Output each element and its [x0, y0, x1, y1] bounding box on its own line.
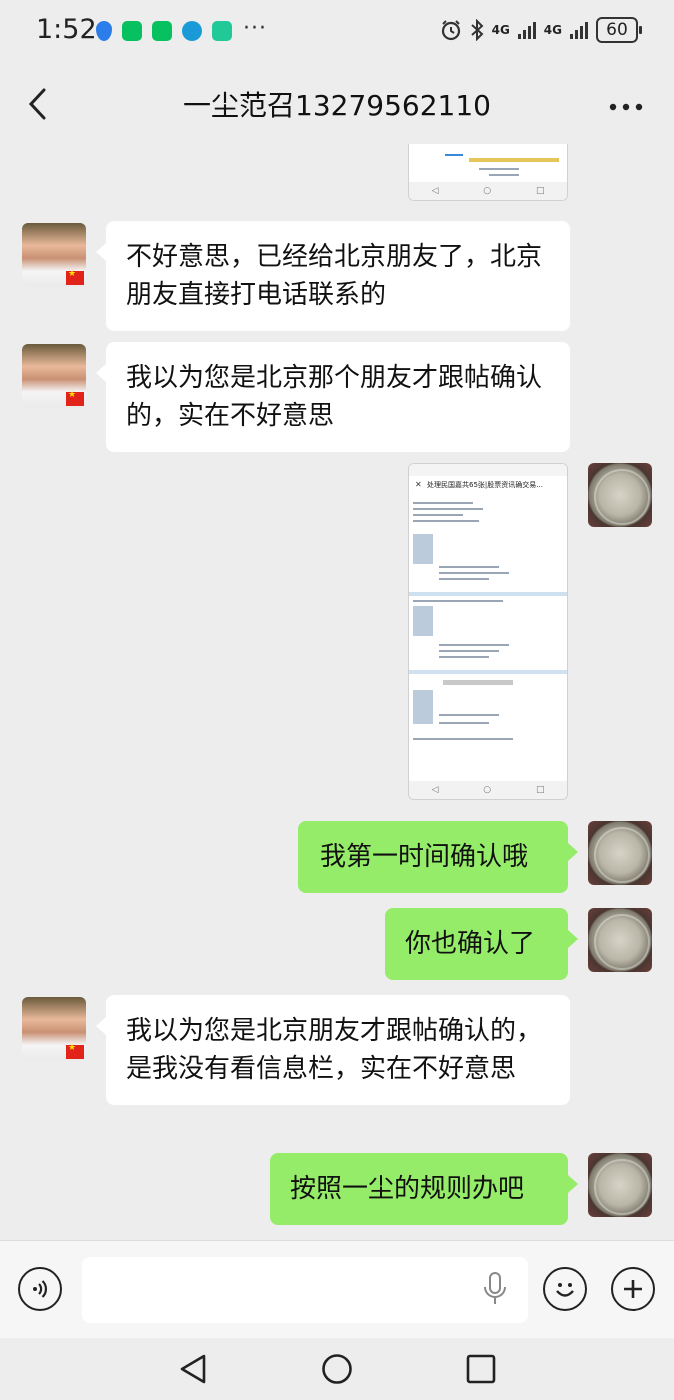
chat-title: 一尘范召13279562110: [183, 89, 491, 122]
shield-icon: [96, 21, 112, 41]
more-options-icon[interactable]: [608, 102, 644, 112]
contact-avatar[interactable]: [22, 223, 86, 287]
voice-toggle-button[interactable]: [18, 1267, 62, 1311]
chat-header: 一尘范召13279562110: [0, 62, 674, 146]
message-input[interactable]: [82, 1257, 528, 1323]
thumbnail-content: [409, 494, 567, 754]
nav-home-icon[interactable]: [320, 1352, 354, 1386]
status-time: 1:52: [36, 14, 97, 45]
message-bubble-received[interactable]: 我以为您是北京那个朋友才跟帖确认的，实在不好意思: [96, 342, 570, 452]
browser-icon: [182, 21, 202, 41]
message-bubble-sent[interactable]: 按照一尘的规则办吧: [270, 1153, 578, 1225]
signal-icon: [517, 21, 536, 39]
contact-avatar[interactable]: [22, 997, 86, 1061]
emoji-button[interactable]: [543, 1267, 587, 1311]
image-caption: 处理民国嘉共65张|股票资讯确交易...: [427, 481, 543, 489]
thumbnail-navbar: ◁ ○ □: [409, 781, 567, 799]
nav-recents-icon[interactable]: [464, 1352, 498, 1386]
image-message[interactable]: ✕ 处理民国嘉共65张|股票资讯确交易... ◁ ○ □: [408, 463, 568, 800]
alarm-icon: [441, 20, 460, 41]
emoji-icon: [556, 1283, 574, 1297]
message-bubble-sent[interactable]: 你也确认了: [385, 908, 578, 980]
wechat-icon: [152, 21, 172, 41]
thumbnail-navbar: ◁ ○ □: [409, 182, 567, 200]
my-avatar[interactable]: [588, 908, 652, 972]
notification-icons: [96, 21, 232, 41]
input-bar: [0, 1240, 674, 1339]
system-icons: 4G 4G 60: [440, 17, 642, 43]
more-notifications-icon: ···: [243, 16, 267, 41]
app-icon: [212, 21, 232, 41]
flag-icon: [66, 390, 84, 406]
bluetooth-icon: [470, 19, 484, 41]
my-avatar[interactable]: [588, 821, 652, 885]
image-message-partial[interactable]: ◁ ○ □: [408, 144, 568, 201]
signal-icon: [570, 21, 588, 39]
my-avatar[interactable]: [588, 1153, 652, 1217]
my-avatar[interactable]: [588, 463, 652, 527]
flag-icon: [66, 1043, 84, 1059]
message-bubble-received[interactable]: 我以为您是北京朋友才跟帖确认的，是我没有看信息栏，实在不好意思: [96, 995, 570, 1105]
voice-icon: [33, 1280, 47, 1298]
microphone-icon[interactable]: [482, 1271, 508, 1307]
plus-icon: [624, 1280, 642, 1298]
system-nav-bar: [0, 1338, 674, 1400]
wechat-icon: [122, 21, 142, 41]
battery-icon: 60: [596, 17, 642, 43]
message-bubble-received[interactable]: 不好意思，已经给北京朋友了，北京朋友直接打电话联系的: [96, 221, 570, 331]
more-functions-button[interactable]: [611, 1267, 655, 1311]
network-type-1: 4G: [491, 23, 510, 37]
message-bubble-sent[interactable]: 我第一时间确认哦: [298, 821, 578, 893]
status-bar: 1:52 ··· 4G 4G 60: [0, 0, 674, 62]
nav-back-icon[interactable]: [176, 1352, 210, 1386]
flag-icon: [66, 269, 84, 285]
network-type-2: 4G: [543, 23, 562, 37]
battery-level: 60: [606, 20, 628, 40]
contact-avatar[interactable]: [22, 344, 86, 408]
